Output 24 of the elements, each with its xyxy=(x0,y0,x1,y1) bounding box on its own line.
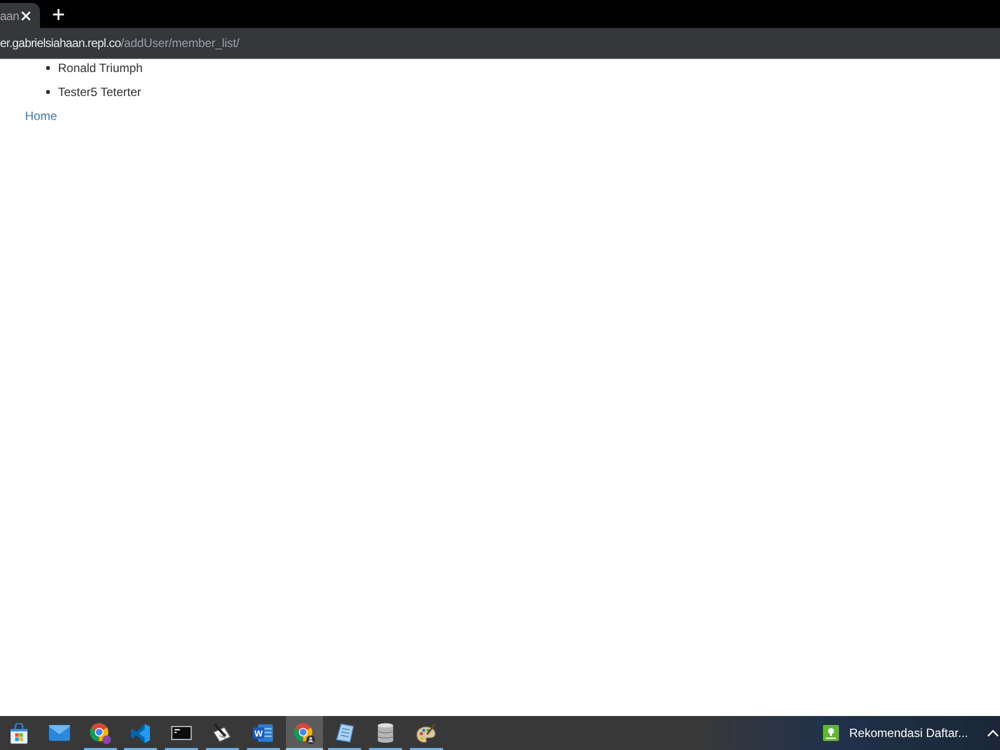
database-icon xyxy=(377,723,394,743)
shopping-bag-icon xyxy=(10,722,28,744)
pen-paper-icon xyxy=(212,723,232,743)
member-name: Ronald Triumph xyxy=(58,60,143,77)
home-link[interactable]: Home xyxy=(25,107,58,125)
envelope-icon xyxy=(48,725,70,741)
notification-button[interactable]: Rekomendasi Daftar... xyxy=(823,725,968,741)
plus-icon[interactable] xyxy=(53,8,64,20)
circle-logo-icon xyxy=(294,722,315,744)
bullet-icon xyxy=(46,90,50,94)
pin-tile-icon xyxy=(823,725,840,741)
taskbar-button[interactable] xyxy=(286,716,323,750)
chevron-up-icon[interactable] xyxy=(987,729,999,737)
terminal-icon xyxy=(171,726,192,740)
palette-icon xyxy=(416,724,436,742)
circle-logo-icon xyxy=(90,722,111,744)
member-name: Tester5 Teterter xyxy=(58,84,142,101)
ribbon-logo-icon xyxy=(131,724,150,742)
close-icon[interactable] xyxy=(21,10,32,20)
notebook-icon xyxy=(336,723,354,743)
address-field[interactable]: er.gabrielsiahaan.repl.co/addUser/member_list/ xyxy=(0,28,1000,59)
bullet-icon xyxy=(46,66,50,70)
taskbar-button[interactable]: W xyxy=(244,716,282,750)
browser-tab[interactable]: aan xyxy=(0,3,40,28)
